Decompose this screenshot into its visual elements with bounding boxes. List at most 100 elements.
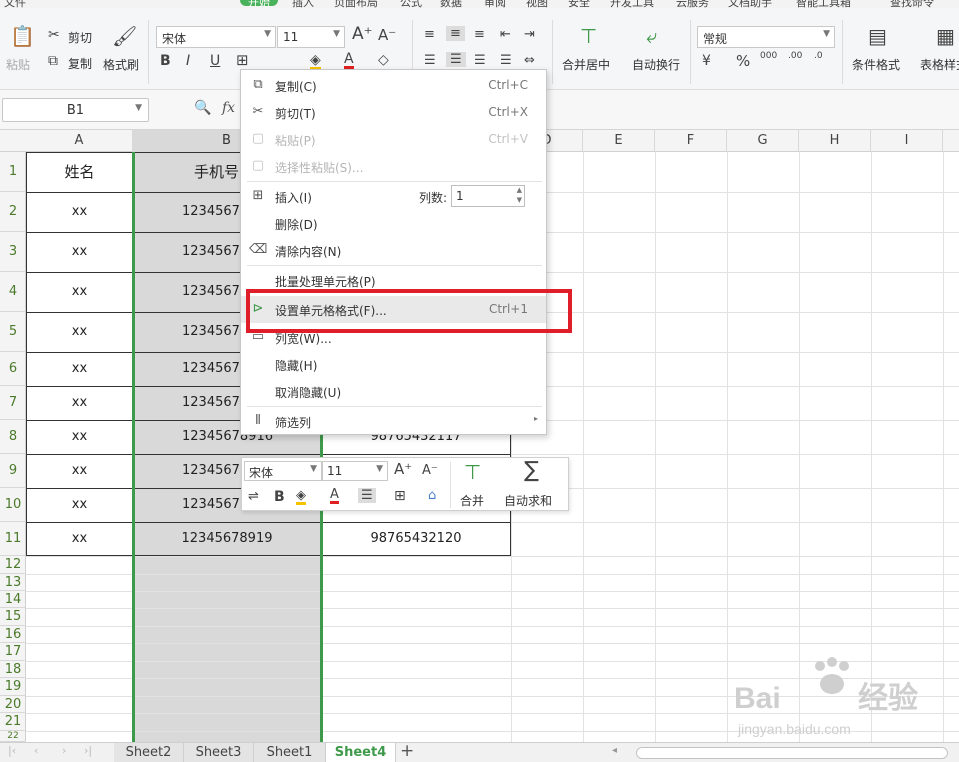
menu-file[interactable]: 文件 [4,0,26,8]
menu-review[interactable]: 审阅 [484,0,506,8]
cell-a7[interactable]: xx [26,386,133,420]
copy-button[interactable]: 复制 [68,55,92,72]
conditional-format-button[interactable]: 条件格式 [852,56,900,73]
wrap-icon[interactable]: ⇌ [248,490,259,503]
mini-font-name-select[interactable]: 宋体 ▼ [244,461,322,481]
menu-smart-tools[interactable]: 智能工具箱 [796,0,851,8]
increase-decimal-icon[interactable]: .00 [788,52,802,61]
format-painter-button[interactable]: 格式刷 [103,56,139,73]
menu-item-copy[interactable]: ⧉ 复制(C) Ctrl+C [241,72,546,99]
menu-item-paste-special[interactable]: ▢ 选择性粘贴(S)... [241,153,546,180]
menu-item-insert[interactable]: ⊞ 插入(I) 列数: 1 ▲ ▼ [241,183,546,210]
spin-up-icon[interactable]: ▲ [517,186,522,194]
format-painter-icon[interactable]: 🖌 [112,26,137,46]
font-color-icon[interactable]: A [344,52,354,69]
menu-data[interactable]: 数据 [440,0,462,8]
cell-b4[interactable]: 1234567 [182,272,242,312]
scroll-left-icon[interactable]: ◂ [612,745,617,756]
bold-icon[interactable]: B [160,54,171,68]
cell-b2[interactable]: 1234567 [182,192,242,232]
menu-doc-assistant[interactable]: 文档助手 [728,0,772,8]
row-header-9[interactable]: 9 [0,454,26,488]
cell-a4[interactable]: xx [26,272,133,312]
wrap-text-icon[interactable]: ⤶ [646,26,657,46]
paste-icon[interactable]: 📋 [10,26,35,46]
justify-icon[interactable]: ☰ [500,54,512,67]
cell-b6[interactable]: 1234567 [182,352,242,386]
cell-b3[interactable]: 1234567 [182,232,242,272]
underline-icon[interactable]: U [210,54,220,68]
row-header-20[interactable]: 20 [0,696,26,713]
cell-a5[interactable]: xx [26,312,133,352]
cell-a8[interactable]: xx [26,420,133,454]
border-icon[interactable]: ⊞ [394,489,406,503]
menu-page-layout[interactable]: 页面布局 [334,0,378,8]
align-right-icon[interactable]: ☰ [474,54,486,67]
merge-center-icon[interactable]: ⊤ [580,26,597,46]
menu-security[interactable]: 安全 [568,0,590,8]
fill-color-icon[interactable]: ◈ [296,489,306,505]
row-header-2[interactable]: 2 [0,192,26,232]
indent-decrease-icon[interactable]: ⇤ [500,28,511,41]
cell-a3[interactable]: xx [26,232,133,272]
row-header-1[interactable]: 1 [0,152,26,192]
row-header-11[interactable]: 11 [0,522,26,556]
column-header-h[interactable]: H [799,130,871,152]
column-header-e[interactable]: E [583,130,655,152]
wrap-text-button[interactable]: 自动换行 [632,56,680,73]
menu-cloud[interactable]: 云服务 [676,0,709,8]
cell-b7[interactable]: 1234567 [182,386,242,420]
column-header-i[interactable]: I [871,130,943,152]
row-header-18[interactable]: 18 [0,661,26,678]
menu-item-delete[interactable]: 删除(D) [241,210,546,237]
cell-a6[interactable]: xx [26,352,133,386]
cell-c11[interactable]: 98765432120 [321,522,511,556]
autosum-button[interactable]: 自动求和 [504,492,552,509]
table-style-icon[interactable]: ▦ [936,26,955,46]
bold-icon[interactable]: B [274,490,285,504]
row-header-16[interactable]: 16 [0,626,26,643]
row-header-12[interactable]: 12 [0,556,26,574]
row-header-6[interactable]: 6 [0,352,26,386]
table-style-button[interactable]: 表格样式 [920,56,959,73]
sheet-tab-sheet2[interactable]: Sheet2 [114,743,184,762]
align-left-icon[interactable]: ☰ [424,54,436,67]
menu-item-hide[interactable]: 隐藏(H) [241,351,546,378]
indent-increase-icon[interactable]: ⇥ [524,28,535,41]
column-header-g[interactable]: G [727,130,799,152]
paste-label[interactable]: 粘贴 [6,56,30,73]
thousands-icon[interactable]: 000 [760,52,777,61]
row-header-5[interactable]: 5 [0,312,26,352]
menu-item-filter-column[interactable]: ⫴ 筛选列 ▸ [241,408,546,435]
format-painter-icon[interactable]: ⌂ [428,489,436,502]
menu-item-clear[interactable]: ⌫ 清除内容(N) [241,237,546,264]
last-sheet-icon[interactable]: ›| [84,744,92,757]
cell-b10[interactable]: 1234567 [182,488,242,522]
fx-icon[interactable]: fx [222,100,235,116]
sigma-icon[interactable]: ∑ [524,460,539,482]
row-header-15[interactable]: 15 [0,608,26,626]
row-header-22[interactable]: 22 [0,731,26,742]
font-color-icon[interactable]: A [330,488,339,504]
menu-view[interactable]: 视图 [526,0,548,8]
cell-b5[interactable]: 1234567 [182,312,242,352]
cell-a10[interactable]: xx [26,488,133,522]
cell-a9[interactable]: xx [26,454,133,488]
sheet-tab-sheet3[interactable]: Sheet3 [184,743,254,762]
align-top-icon[interactable]: ≡ [424,28,435,41]
cell-b11[interactable]: 12345678919 [133,522,321,556]
align-middle-icon[interactable]: ≡ [446,26,465,41]
mini-font-size-select[interactable]: 11 ▼ [322,461,388,481]
next-sheet-icon[interactable]: › [62,744,66,757]
sheet-tab-sheet1[interactable]: Sheet1 [254,743,326,762]
merge-center-button[interactable]: 合并居中 [562,56,610,73]
fill-color-icon[interactable]: ◈ [310,53,321,70]
scissors-icon[interactable]: ✂ [48,28,60,42]
font-name-select[interactable]: 宋体 ▼ [156,26,276,48]
increase-font-icon[interactable]: A⁺ [394,462,412,477]
menu-item-paste[interactable]: ▢ 粘贴(P) Ctrl+V [241,126,546,153]
name-box[interactable]: B1 ▼ [2,98,149,122]
menu-formula[interactable]: 公式 [400,0,422,8]
merge-icon[interactable]: ⊤ [464,462,481,482]
sheet-tab-sheet4[interactable]: Sheet4 [326,743,396,762]
